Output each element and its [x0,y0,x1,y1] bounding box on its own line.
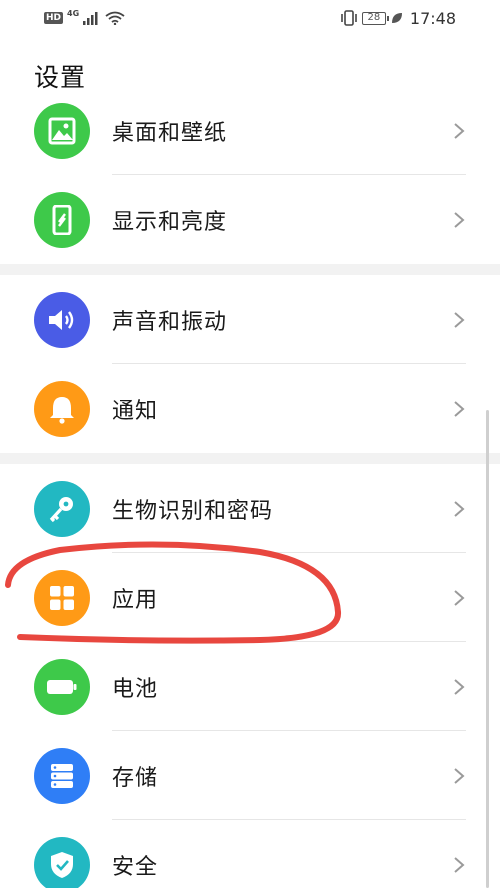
settings-item-label: 安全 [112,854,159,880]
settings-item-label: 生物识别和密码 [112,498,274,524]
hd-badge: HD [44,12,64,24]
settings-item-battery[interactable]: 电池 [0,642,500,731]
chevron-right-icon [454,678,465,695]
biometrics-icon-circle [34,480,90,537]
storage-icon [51,763,73,788]
settings-item-storage[interactable]: 存储 [0,731,500,820]
notifications-icon-circle [34,380,90,437]
battery-indicator: 28 [361,11,389,25]
status-left: HD 4G [44,8,125,25]
network-type: 4G [67,8,80,18]
chevron-right-icon [454,856,465,873]
settings-item-label: 显示和亮度 [112,209,228,235]
settings-item-label: 电池 [112,676,159,702]
status-bar: HD 4G 28 17:48 [0,0,500,36]
leaf-icon [391,13,402,23]
settings-item-display[interactable]: 显示和亮度 [0,175,500,264]
signal-icon [83,12,98,25]
settings-item-label: 桌面和壁纸 [112,120,228,146]
settings-item-label: 声音和振动 [112,309,228,335]
image-icon [48,117,76,144]
sound-icon-circle [34,291,90,348]
chevron-right-icon [454,211,465,228]
chevron-right-icon [454,311,465,328]
section-gap [0,264,500,275]
shield-icon [51,851,73,878]
settings-item-label: 存储 [112,765,159,791]
vibrate-icon [341,10,357,26]
settings-item-notifications[interactable]: 通知 [0,364,500,453]
scroll-indicator[interactable] [486,410,489,888]
status-right: 28 17:48 [340,9,456,28]
storage-icon-circle [34,747,90,804]
chevron-right-icon [454,400,465,417]
settings-item-security[interactable]: 安全 [0,820,500,888]
battery-icon-circle [34,658,90,715]
settings-item-wallpaper[interactable]: 桌面和壁纸 [0,86,500,175]
display-icon-circle [34,191,90,248]
bell-icon [50,396,74,424]
phone-brightness-icon [52,204,72,235]
speaker-icon [49,309,74,330]
chevron-right-icon [454,122,465,139]
settings-screen: HD 4G 28 17:48 设置 桌面和壁纸 显示和亮度 声音和振动 通知 生… [0,0,500,888]
security-icon-circle [34,836,90,888]
settings-item-apps[interactable]: 应用 [0,553,500,642]
wifi-icon [105,11,125,25]
settings-item-biometrics[interactable]: 生物识别和密码 [0,464,500,553]
battery-icon [47,679,77,694]
grid-icon [50,585,74,610]
apps-icon-circle [34,569,90,626]
chevron-right-icon [454,767,465,784]
chevron-right-icon [454,500,465,517]
settings-item-label: 通知 [112,398,159,424]
settings-item-label: 应用 [112,587,159,613]
wallpaper-icon-circle [34,102,90,159]
settings-item-sound[interactable]: 声音和振动 [0,275,500,364]
status-time: 17:48 [409,8,456,28]
chevron-right-icon [454,589,465,606]
key-icon [49,496,73,522]
settings-list: 桌面和壁纸 显示和亮度 声音和振动 通知 生物识别和密码 应用 电池 存储 安全 [0,86,500,888]
section-gap [0,453,500,464]
